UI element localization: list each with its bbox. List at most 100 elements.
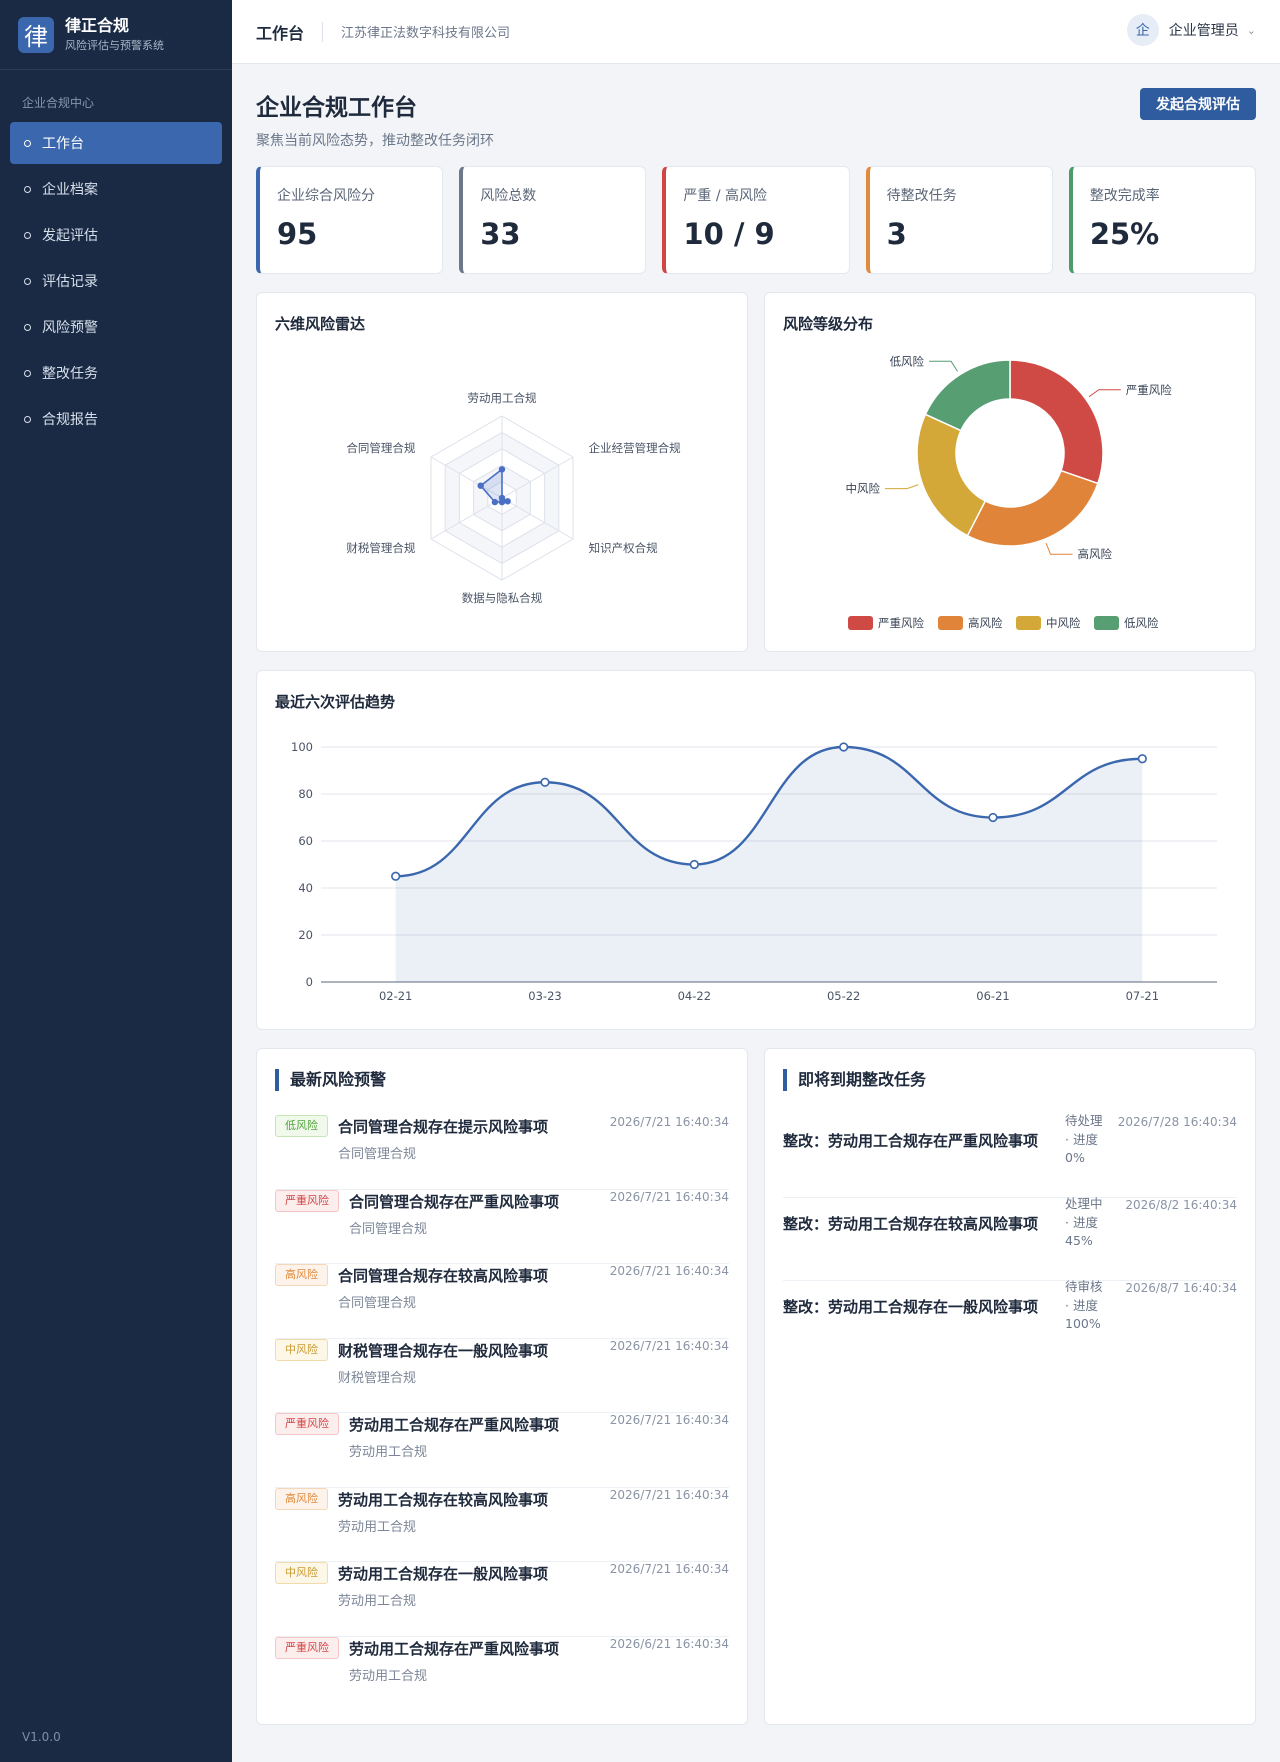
alert-item[interactable]: 严重风险 合同管理合规存在严重风险事项 合同管理合规 2026/7/21 16:40:…: [275, 1189, 729, 1264]
donut-slice-label: 高风险: [1078, 547, 1113, 561]
task-progress: · 进度 0%: [1065, 1131, 1098, 1166]
lists-row: 最新风险预警 低风险 合同管理合规存在提示风险事项 合同管理合规 2026/7/21 …: [256, 1048, 1256, 1725]
kpi-card-completion-rate[interactable]: 整改完成率 25%: [1068, 166, 1257, 274]
kpi-label: 企业综合风险分: [277, 188, 375, 204]
donut-label-line: [884, 484, 919, 490]
task-item[interactable]: 整改：劳动用工合规存在一般风险事项 待审核 · 进度 100% 2026/8/7 16…: [783, 1279, 1237, 1364]
legend-label[interactable]: 低风险: [1124, 616, 1159, 630]
legend-label[interactable]: 中风险: [1046, 616, 1081, 630]
start-assessment-button[interactable]: 发起合规评估: [1140, 88, 1256, 120]
task-due-time: 2026/7/28 16:40:34: [1117, 1115, 1237, 1129]
task-status-label: 待处理: [1065, 1113, 1103, 1128]
kpi-card-risk-score[interactable]: 企业综合风险分 95: [256, 166, 444, 274]
donut-label-line: [1088, 389, 1121, 398]
task-item[interactable]: 整改：劳动用工合规存在严重风险事项 待处理 · 进度 0% 2026/7/28 16:…: [783, 1112, 1237, 1198]
kpi-value: 10 / 9: [683, 217, 775, 251]
donut-slice-label: 严重风险: [1126, 383, 1172, 397]
alert-title: 财税管理合规存在一般风险事项: [338, 1341, 549, 1360]
alert-title: 劳动用工合规存在严重风险事项: [349, 1639, 560, 1658]
page-title: 企业合规工作台: [256, 95, 417, 121]
alert-item[interactable]: 高风险 劳动用工合规存在较高风险事项 劳动用工合规 2026/7/21 16:40:3…: [275, 1487, 729, 1562]
alert-item[interactable]: 严重风险 劳动用工合规存在严重风险事项 劳动用工合规 2026/7/21 16:40:…: [275, 1413, 729, 1488]
kpi-label: 风险总数: [480, 188, 537, 204]
alert-time: 2026/7/21 16:40:34: [609, 1413, 729, 1427]
sidebar-item-label: 整改任务: [42, 366, 98, 382]
sidebar-item-company-profile[interactable]: 企业档案: [10, 168, 222, 210]
donut-slice[interactable]: [924, 359, 1011, 432]
radar-axis-label: 合同管理合规: [346, 441, 415, 455]
trend-point[interactable]: [689, 859, 699, 870]
alert-item[interactable]: 低风险 合同管理合规存在提示风险事项 合同管理合规 2026/7/21 16:40:3…: [275, 1115, 729, 1190]
donut-slice[interactable]: [966, 469, 1099, 547]
task-title: 整改：劳动用工合规存在较高风险事项: [783, 1215, 1039, 1233]
alerts-list: 低风险 合同管理合规存在提示风险事项 合同管理合规 2026/7/21 16:40:3…: [275, 1115, 729, 1711]
alert-category: 劳动用工合规: [338, 1594, 417, 1609]
task-item[interactable]: 整改：劳动用工合规存在较高风险事项 处理中 · 进度 45% 2026/8/2 16:…: [783, 1196, 1237, 1281]
circle-icon: [24, 415, 31, 423]
circle-icon: [24, 277, 31, 285]
main-content: 企业合规工作台 聚焦当前风险态势，推动整改任务闭环 发起合规评估 企业综合风险分…: [256, 64, 1257, 1725]
radar-point[interactable]: [504, 498, 511, 505]
sidebar-item-start-assessment[interactable]: 发起评估: [10, 214, 222, 256]
sidebar-item-compliance-reports[interactable]: 合规报告: [10, 398, 222, 440]
kpi-row: 企业综合风险分 95 风险总数 33 严重 / 高风险 10 / 9 待整改任务…: [256, 166, 1257, 274]
alert-item[interactable]: 严重风险 劳动用工合规存在严重风险事项 劳动用工合规 2026/6/21 16:40:…: [275, 1636, 729, 1712]
donut-slice-label: 中风险: [845, 482, 880, 496]
alert-item[interactable]: 中风险 劳动用工合规存在一般风险事项 劳动用工合规 2026/7/21 16:40:3…: [275, 1562, 729, 1637]
radar-chart: 劳动用工合规企业经营管理合规知识产权合规数据与隐私合规 财税管理合规合同管理合规: [346, 391, 681, 605]
tasks-title: 即将到期整改任务: [783, 1069, 926, 1091]
sidebar-item-workbench[interactable]: 工作台: [10, 122, 222, 164]
task-progress: · 进度 45%: [1065, 1214, 1098, 1249]
brand[interactable]: 律 律正合规 风险评估与预警系统: [0, 0, 232, 70]
alert-time: 2026/6/21 16:40:34: [609, 1636, 729, 1651]
chevron-down-icon: ⌄: [1246, 23, 1256, 37]
circle-icon: [24, 369, 31, 377]
version-label: V1.0.0: [22, 1730, 61, 1744]
kpi-label: 严重 / 高风险: [683, 188, 768, 204]
task-status-label: 处理中: [1065, 1196, 1103, 1211]
trend-point[interactable]: [391, 871, 401, 881]
legend-label[interactable]: 严重风险: [878, 616, 924, 630]
radar-point[interactable]: [498, 466, 506, 473]
kpi-card-risk-total[interactable]: 风险总数 33: [459, 166, 647, 274]
alert-time: 2026/7/21 16:40:34: [609, 1264, 729, 1278]
risk-level-badge: 低风险: [275, 1115, 328, 1137]
sidebar-item-label: 合规报告: [42, 412, 98, 428]
kpi-card-severe-high[interactable]: 严重 / 高风险 10 / 9: [662, 166, 850, 274]
avatar: 企: [1126, 14, 1159, 46]
trend-point[interactable]: [540, 777, 550, 787]
kpi-value: 25%: [1089, 217, 1160, 251]
radar-point[interactable]: [491, 498, 499, 506]
brand-logo: 律: [18, 16, 54, 53]
x-tick-label: 06-21: [976, 989, 1009, 1003]
user-name: 企业管理员: [1168, 23, 1239, 39]
brand-subtitle: 风险评估与预警系统: [65, 38, 164, 52]
user-menu[interactable]: 企 企业管理员 ⌄: [1126, 14, 1256, 46]
donut-slice[interactable]: [1009, 359, 1104, 485]
task-progress: · 进度 100%: [1065, 1297, 1101, 1332]
x-tick-label: 07-21: [1126, 989, 1159, 1003]
donut-slice[interactable]: [916, 413, 987, 537]
trend-point[interactable]: [1137, 754, 1147, 764]
donut-label-line: [929, 360, 958, 372]
trend-point[interactable]: [988, 812, 998, 823]
task-status: 待处理 · 进度 0%: [1065, 1112, 1113, 1168]
sidebar-item-risk-alerts[interactable]: 风险预警: [10, 306, 222, 348]
radar-card: 六维风险雷达 劳动用工合规 企业经营管理合规 知识产权合规 数据与隐私合规 财税管理合规…: [256, 292, 748, 652]
sidebar-item-assessment-records[interactable]: 评估记录: [10, 260, 222, 302]
trend-point[interactable]: [839, 742, 849, 752]
header-title: 工作台: [256, 23, 305, 43]
legend-label[interactable]: 高风险: [968, 616, 1003, 630]
y-tick-label: 60: [298, 834, 313, 848]
kpi-value: 33: [480, 217, 521, 251]
circle-icon: [24, 139, 31, 147]
alert-category: 合同管理合规: [349, 1221, 428, 1237]
alert-category: 财税管理合规: [338, 1370, 417, 1386]
alert-item[interactable]: 高风险 合同管理合规存在较高风险事项 合同管理合规 2026/7/21 16:40:3…: [275, 1264, 729, 1339]
radar-point[interactable]: [498, 498, 506, 506]
radar-point[interactable]: [477, 482, 484, 489]
alert-item[interactable]: 中风险 财税管理合规存在一般风险事项 财税管理合规 2026/7/21 16:40:3…: [275, 1338, 729, 1413]
sidebar-item-rectification-tasks[interactable]: 整改任务: [10, 352, 222, 394]
task-due-time: 2026/8/2 16:40:34: [1125, 1198, 1237, 1212]
kpi-card-pending-tasks[interactable]: 待整改任务 3: [865, 166, 1053, 274]
